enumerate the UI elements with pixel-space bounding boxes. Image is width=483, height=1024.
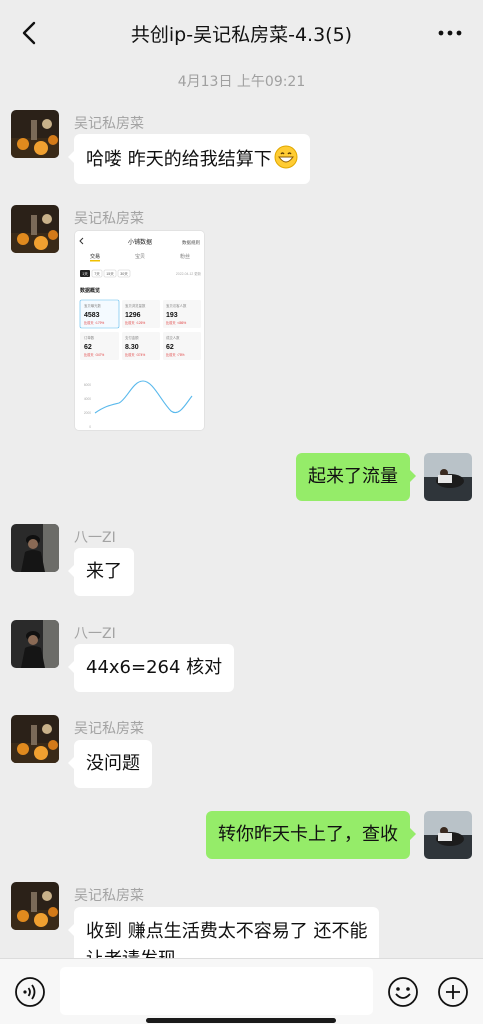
avatar-wuji[interactable] [11, 882, 59, 930]
chart-tick: 2000 [84, 411, 91, 415]
message-bubble[interactable]: 44x6=264 核对 [67, 644, 235, 692]
screenshot-title: 小铺数据 [128, 238, 152, 246]
home-indicator [146, 1018, 336, 1023]
metric-label: 宝贝曝光数 [84, 303, 102, 308]
message-bubble[interactable]: 来了 [68, 548, 134, 596]
sender-name: 吴记私房菜 [74, 116, 144, 132]
more-options-icon[interactable] [437, 22, 463, 44]
avatar-me[interactable] [424, 453, 472, 501]
sender-name: 八一ZI [74, 626, 116, 642]
metric-change: 比前天 ↑486% [166, 320, 186, 325]
screenshot-range: 15天 [106, 272, 114, 276]
screenshot-section: 数据概览 [80, 287, 100, 294]
screenshot-date: 2022-04-12 更新 [176, 271, 202, 276]
message-bubble[interactable]: 哈喽 昨天的给我结算下 [68, 134, 310, 184]
metric-change: 比前天 ↑374% [125, 352, 145, 357]
emoji-picker-icon[interactable] [387, 976, 419, 1008]
screenshot-range: 7天 [94, 272, 100, 276]
message-bubble-mine[interactable]: 转你昨天卡上了，查收 [206, 811, 416, 859]
avatar-wuji[interactable] [11, 205, 59, 253]
metric-label: 成交人数 [166, 335, 180, 340]
avatar-bayi[interactable] [11, 524, 59, 572]
metric-value: 62 [84, 344, 92, 351]
avatar-wuji[interactable] [11, 110, 59, 158]
screenshot-tab: 宝贝 [135, 253, 145, 260]
input-bar [0, 958, 483, 1024]
avatar-bayi[interactable] [11, 620, 59, 668]
screenshot-range: 1天 [82, 272, 88, 276]
message-text: 哈喽 昨天的给我结算下 [86, 149, 272, 170]
sender-name: 八一ZI [74, 530, 116, 546]
screenshot-tab: 交易 [90, 253, 100, 260]
metric-label: 订单数 [84, 335, 95, 340]
grinning-face-emoji-icon [274, 145, 298, 169]
nav-bar: 共创ip-吴记私房菜-4.3(5) [0, 0, 483, 66]
metric-change: 比前天 ↑126% [125, 320, 145, 325]
shared-screenshot-image[interactable]: 小铺数据 数据规则 交易 宝贝 粉丝 1天 7天 15天 30天 2022-04… [74, 230, 205, 431]
message-bubble-mine[interactable]: 起来了流量 [296, 453, 416, 501]
metric-value: 8.30 [125, 344, 139, 351]
message-text: 来了 [86, 561, 122, 582]
message-text: 收到 赚点生活费太不容易了 还不能 [86, 921, 368, 942]
message-text: 转你昨天卡上了，查收 [218, 824, 398, 845]
screenshot-range: 30天 [120, 272, 128, 276]
plus-more-icon[interactable] [437, 976, 469, 1008]
chart-tick: 0 [89, 425, 91, 429]
chart-tick: 4000 [84, 397, 91, 401]
metric-value: 1296 [125, 312, 141, 319]
sender-name: 吴记私房菜 [74, 888, 144, 904]
screenshot-top-right: 数据规则 [182, 239, 200, 246]
metric-label: 宝贝浏览量数 [125, 303, 146, 308]
chat-title: 共创ip-吴记私房菜-4.3(5) [130, 24, 353, 46]
screenshot-content: 小铺数据 数据规则 交易 宝贝 粉丝 1天 7天 15天 30天 2022-04… [75, 231, 204, 430]
message-input[interactable] [60, 967, 373, 1015]
metric-value: 62 [166, 344, 174, 351]
metric-change: 比前天 ↑347% [84, 352, 104, 357]
message-text: 44x6=264 核对 [86, 657, 223, 678]
metric-label: 宝贝访客人数 [166, 303, 187, 308]
message-text: 没问题 [86, 753, 140, 774]
voice-input-icon[interactable] [14, 976, 46, 1008]
metric-change: 比前天 ↑179% [84, 320, 104, 325]
metric-change: 比前天 ↑78% [166, 352, 185, 357]
metric-value: 4583 [84, 312, 100, 319]
chart-tick: 6000 [84, 383, 91, 387]
sender-name: 吴记私房菜 [74, 211, 144, 227]
back-chevron-icon[interactable] [16, 18, 44, 48]
metric-label: 支付金额 [125, 335, 139, 340]
metric-value: 193 [166, 312, 178, 319]
message-timestamp: 4月13日 上午09:21 [177, 74, 306, 90]
avatar-me[interactable] [424, 811, 472, 859]
screenshot-tab: 粉丝 [180, 253, 190, 260]
avatar-wuji[interactable] [11, 715, 59, 763]
sender-name: 吴记私房菜 [74, 721, 144, 737]
message-bubble[interactable]: 没问题 [68, 740, 152, 788]
message-text: 起来了流量 [308, 466, 398, 487]
